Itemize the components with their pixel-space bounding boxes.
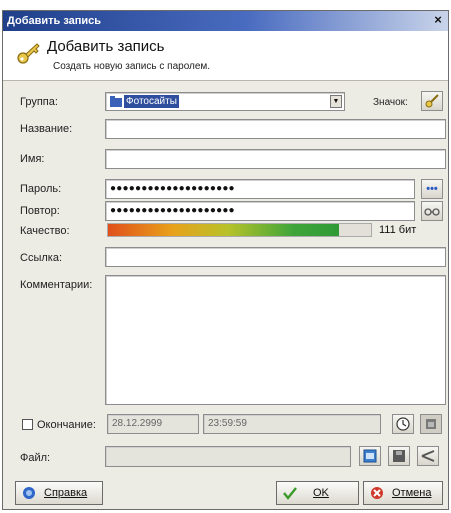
header-subtitle: Создать новую запись с паролем. [53, 61, 211, 72]
folder-icon [110, 96, 122, 107]
attach-file-button[interactable] [359, 446, 381, 466]
cancel-button[interactable]: Отмена [363, 481, 443, 505]
repeat-label: Повтор: [20, 205, 60, 217]
quality-label: Качество: [20, 225, 70, 237]
clock-icon [396, 417, 410, 431]
chevron-down-icon[interactable]: ▼ [330, 95, 342, 108]
remove-attachment-button[interactable] [417, 446, 439, 466]
url-label: Ссылка: [20, 252, 62, 264]
title-label: Название: [20, 123, 73, 135]
title-bar: Добавить запись [3, 11, 448, 31]
icon-picker-button[interactable] [421, 91, 443, 111]
password-input[interactable]: ●●●●●●●●●●●●●●●●●●●● [105, 179, 415, 199]
user-input[interactable] [105, 149, 446, 169]
help-icon [23, 487, 35, 499]
save-attachment-button[interactable] [388, 446, 410, 466]
group-label: Группа: [20, 96, 58, 108]
open-file-icon [363, 449, 377, 463]
tools-icon [421, 450, 435, 462]
group-select[interactable]: Фотосайты ▼ [105, 92, 345, 111]
generate-password-button[interactable] [421, 201, 443, 221]
cancel-button-label: Отмена [392, 487, 432, 499]
calendar-icon [426, 419, 436, 429]
expires-time-input[interactable]: 23:59:59 [203, 414, 381, 434]
quality-bar [107, 223, 372, 237]
quality-bar-fill [108, 224, 340, 236]
password-label: Пароль: [20, 183, 62, 195]
title-input[interactable] [105, 119, 446, 139]
checkmark-icon [283, 487, 297, 500]
help-button-label: Справка [44, 487, 88, 499]
file-label: Файл: [20, 452, 51, 464]
dialog-header: Добавить запись Создать новую запись с п… [3, 31, 448, 81]
expires-date: 28.12.2999 [112, 418, 163, 429]
comment-textarea[interactable] [105, 275, 446, 405]
dots-icon: ••• [426, 183, 438, 195]
add-entry-dialog: Добавить запись × Добавить запись Создат… [2, 10, 449, 510]
repeat-password-input[interactable]: ●●●●●●●●●●●●●●●●●●●● [105, 201, 415, 221]
save-icon [393, 450, 405, 462]
attachment-input[interactable] [105, 446, 351, 467]
help-button[interactable]: Справка [15, 481, 103, 505]
window-title: Добавить запись [7, 15, 102, 27]
expires-preset-button[interactable] [392, 414, 414, 434]
password-value: ●●●●●●●●●●●●●●●●●●●● [110, 183, 235, 194]
ok-button-label: OK [313, 487, 329, 499]
expires-checkbox[interactable] [22, 419, 33, 430]
url-input[interactable] [105, 247, 446, 267]
expires-calendar-button[interactable] [420, 414, 442, 434]
expires-time: 23:59:59 [208, 418, 247, 429]
ok-button[interactable]: OK [276, 481, 359, 505]
expires-label: Окончание: [37, 419, 96, 431]
comment-label: Комментарии: [20, 279, 93, 291]
header-title: Добавить запись [47, 38, 165, 55]
quality-bits: 111 бит [379, 224, 417, 236]
expires-date-input[interactable]: 28.12.2999 [107, 414, 199, 434]
glasses-icon [424, 208, 440, 216]
repeat-value: ●●●●●●●●●●●●●●●●●●●● [110, 205, 235, 216]
show-password-button[interactable]: ••• [421, 179, 443, 199]
group-value: Фотосайты [124, 95, 179, 108]
cancel-icon [371, 487, 383, 499]
icon-label: Значок: [373, 97, 408, 108]
key-icon [17, 43, 40, 64]
user-label: Имя: [20, 153, 45, 165]
key-icon [425, 94, 439, 108]
close-icon[interactable]: × [430, 13, 446, 28]
